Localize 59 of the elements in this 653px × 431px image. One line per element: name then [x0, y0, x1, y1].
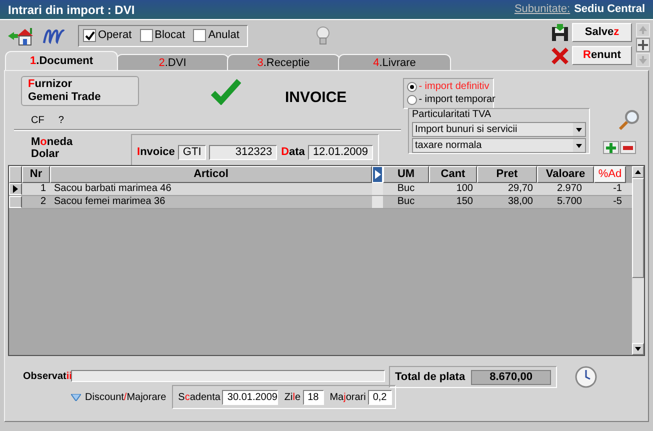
table-cell-text: Buc — [396, 183, 416, 195]
invoice-number-field[interactable]: 312323 — [208, 144, 278, 160]
checkbox-label: Anulat — [208, 28, 240, 44]
radio-label: - import definitiv — [418, 80, 490, 94]
tab[interactable]: 4.Livrare — [338, 54, 451, 70]
column-header[interactable]: Nr — [22, 166, 50, 183]
column-header[interactable]: Valoare — [537, 166, 594, 183]
table-cell-text: -5 — [612, 196, 623, 208]
total-label: Total de plata — [395, 370, 466, 385]
tab[interactable]: 2.DVI — [116, 54, 229, 70]
checkbox-label: Operat — [98, 28, 132, 44]
invoice-label: Invoice — [137, 144, 175, 160]
subunit-label: Subunitate: — [514, 2, 570, 18]
table-cell-text: 100 — [455, 183, 474, 195]
discount-link[interactable]: Discount/Majorare — [85, 390, 166, 404]
invoice-series-field[interactable]: GTI — [178, 144, 206, 160]
cf-label: CF — [31, 115, 44, 127]
document-type: INVOICE — [285, 88, 347, 105]
penalty-field[interactable]: 0,2 — [368, 390, 392, 404]
cf-value: ? — [58, 115, 64, 127]
table-cell-text: 5.700 — [556, 196, 583, 208]
cancel-button[interactable]: Renunt — [572, 46, 632, 65]
table-cell-text: Sacou barbati marimea 46 — [53, 183, 172, 195]
date-label: Data — [281, 144, 305, 160]
total-value: 8.670,00 — [471, 370, 551, 384]
tab[interactable]: 3.Receptie — [227, 54, 340, 70]
column-header[interactable]: %Ad — [594, 166, 626, 183]
column-header[interactable]: UM — [383, 166, 429, 183]
table-cell-text: 1 — [39, 183, 47, 195]
days-field[interactable]: 18 — [302, 390, 324, 404]
vat-title: Particularitati TVA — [412, 109, 492, 121]
supplier-label: Furnizor — [28, 78, 74, 91]
due-date-field[interactable]: 30.01.2009 — [222, 390, 278, 404]
subunit-value: Sediu Central — [574, 2, 645, 18]
table-cell-text: Buc — [396, 196, 416, 208]
checkbox-label: Blocat — [154, 28, 186, 44]
days-label: Zile — [284, 390, 301, 404]
column-header[interactable]: Pret — [477, 166, 537, 183]
table-cell-text: 150 — [455, 196, 474, 208]
vat-select[interactable]: taxare normala — [412, 138, 586, 153]
table-cell-text: Sacou femei marimea 36 — [53, 196, 166, 208]
supplier-name: Gemeni Trade — [28, 91, 102, 104]
currency-value: Dolar — [31, 148, 60, 160]
column-header[interactable]: Cant — [429, 166, 477, 183]
currency-label: Moneda — [31, 136, 74, 148]
table-cell-text: 29,70 — [506, 183, 534, 195]
table-cell-text: 2.970 — [556, 183, 583, 195]
radio-label: - import temporar — [418, 93, 496, 107]
date-field[interactable]: 12.01.2009 — [308, 144, 373, 160]
table-cell-text: 2 — [39, 196, 47, 208]
vat-select[interactable]: Import bunuri si servicii — [412, 122, 586, 137]
tab[interactable]: 1.Document — [5, 51, 118, 70]
penalty-label: Majorari — [330, 390, 366, 404]
window-title: Intrari din import : DVI — [8, 2, 135, 18]
table-cell-text: -1 — [612, 183, 623, 195]
due-date-label: Scadenta — [178, 390, 220, 404]
table-cell-text: 38,00 — [506, 196, 534, 208]
save-button[interactable]: Salvez — [572, 23, 632, 42]
column-header[interactable]: Articol — [50, 166, 372, 183]
